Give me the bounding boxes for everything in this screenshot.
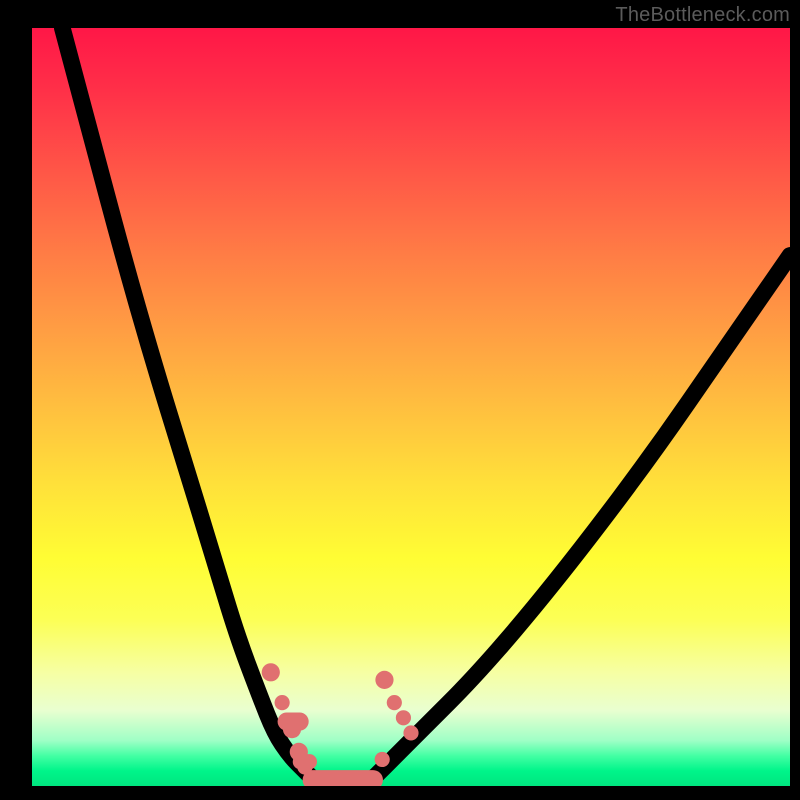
marker-dot (387, 695, 402, 710)
curve-svg (32, 28, 790, 786)
marker-dot (403, 725, 418, 740)
chart-frame: TheBottleneck.com (0, 0, 800, 800)
curve-right-arm (373, 255, 790, 778)
marker-dot (275, 695, 290, 710)
watermark-text: TheBottleneck.com (615, 4, 790, 27)
v-curve (62, 28, 790, 782)
marker-capsule (278, 712, 309, 730)
marker-dot (375, 752, 390, 767)
marker-capsule (293, 754, 317, 769)
marker-capsule (303, 770, 383, 786)
marker-dot (262, 663, 280, 681)
plot-area (32, 28, 790, 786)
marker-dot (396, 710, 411, 725)
marker-dot (375, 671, 393, 689)
